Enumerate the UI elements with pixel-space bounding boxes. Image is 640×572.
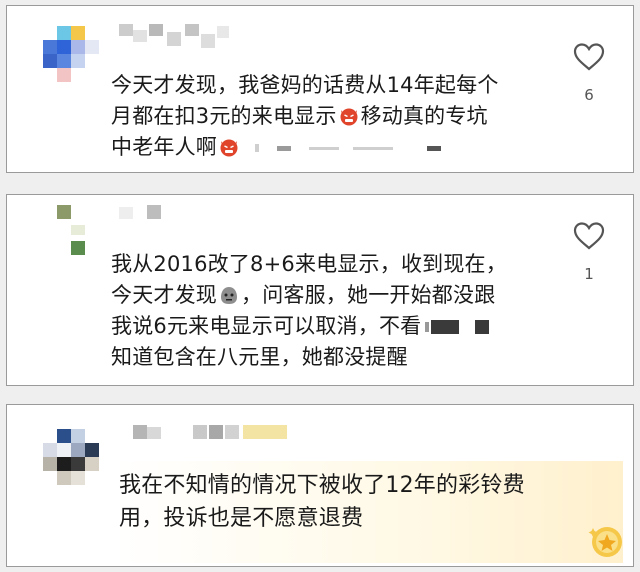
- comment-line: 我说6元来电显示可以取消，不看: [111, 311, 507, 342]
- redacted-text: [353, 146, 393, 150]
- comment-card-3: 我在不知情的情况下被收了12年的彩铃费 用，投诉也是不愿意退费: [6, 404, 634, 567]
- like-count: 6: [584, 86, 594, 104]
- redacted-text: [475, 320, 490, 334]
- avatar[interactable]: [57, 205, 93, 257]
- comment-line: 今天才发现，我爸妈的话费从14年起每个: [111, 73, 499, 97]
- comment-card-1: 今天才发现，我爸妈的话费从14年起每个 月都在扣3元的来电显示 移动真的专坑 中老…: [6, 5, 634, 173]
- heart-icon: [573, 43, 605, 71]
- like-count: 1: [584, 265, 594, 283]
- redacted-text: [425, 322, 430, 332]
- speechless-face-emoji-icon: [221, 287, 237, 304]
- heart-icon: [573, 222, 605, 250]
- angry-devil-emoji-icon: [220, 139, 238, 157]
- comment-line: 我从2016改了8+6来电显示，收到现在，: [111, 252, 507, 276]
- angry-devil-emoji-icon: [340, 108, 358, 126]
- comment-text: 今天才发现，我爸妈的话费从14年起每个 月都在扣3元的来电显示 移动真的专坑 中老…: [111, 70, 499, 163]
- redacted-text: [427, 145, 441, 151]
- comment-text: 我在不知情的情况下被收了12年的彩铃费 用，投诉也是不愿意退费: [119, 469, 525, 535]
- like-button[interactable]: 1: [569, 221, 609, 283]
- comment-line: 我在不知情的情况下被收了12年的彩铃费: [119, 473, 525, 498]
- comment-line: 中老年人啊: [111, 132, 499, 163]
- redacted-text: [309, 146, 339, 150]
- comment-line: 知道包含在八元里，她都没提醒: [111, 345, 408, 369]
- like-button[interactable]: 6: [569, 42, 609, 104]
- comment-line: 用，投诉也是不愿意退费: [119, 506, 364, 531]
- redacted-text: [431, 320, 460, 334]
- comment-line: 月都在扣3元的来电显示 移动真的专坑: [111, 104, 488, 128]
- redacted-text: [277, 145, 291, 151]
- comment-card-2: 我从2016改了8+6来电显示，收到现在， 今天才发现 ，问客服，她一开始都没跟 …: [6, 194, 634, 386]
- username[interactable]: [119, 24, 229, 54]
- redacted-text: [255, 144, 259, 152]
- sparkle-badge-icon: [588, 527, 622, 557]
- avatar[interactable]: [43, 26, 101, 84]
- username[interactable]: [119, 205, 179, 223]
- comment-line: 今天才发现 ，问客服，她一开始都没跟: [111, 283, 496, 307]
- username[interactable]: [133, 425, 293, 443]
- comment-text: 我从2016改了8+6来电显示，收到现在， 今天才发现 ，问客服，她一开始都没跟 …: [111, 249, 507, 373]
- avatar[interactable]: [43, 429, 103, 489]
